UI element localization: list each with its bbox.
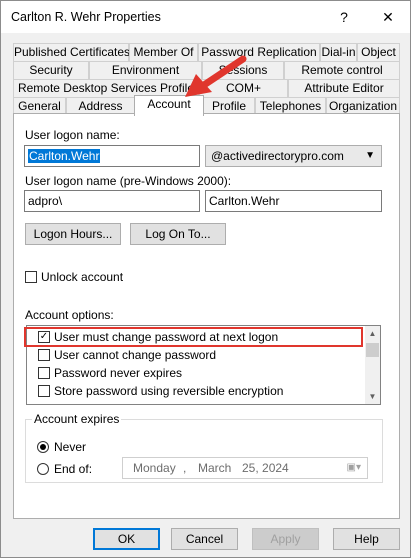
logon-name-label: User logon name: (25, 128, 120, 142)
scroll-down-icon[interactable]: ▼ (365, 389, 380, 404)
account-expires-label: Account expires (32, 412, 122, 426)
help-icon[interactable]: ? (329, 5, 359, 29)
domain-value: @activedirectorypro.com (211, 149, 344, 163)
date-day-year: 25, 2024 (242, 461, 289, 475)
account-panel: User logon name: Carlton.Wehr @activedir… (13, 113, 400, 519)
tab-security[interactable]: Security (13, 61, 89, 79)
option-checkbox[interactable] (38, 385, 50, 397)
help-button[interactable]: Help (333, 528, 400, 550)
logon-name-value: Carlton.Wehr (28, 149, 101, 163)
tab-published-certificates[interactable]: Published Certificates (13, 43, 130, 61)
title-bar: Carlton R. Wehr Properties ? ✕ (1, 1, 410, 33)
options-scrollbar[interactable]: ▲ ▼ (365, 326, 380, 404)
tab-attribute-editor[interactable]: Attribute Editor (288, 79, 400, 97)
endof-label: End of: (54, 462, 93, 476)
annotation-highlight-box (24, 327, 363, 347)
apply-button[interactable]: Apply (252, 528, 319, 550)
option-checkbox[interactable] (38, 367, 50, 379)
pre2000-label: User logon name (pre-Windows 2000): (25, 174, 232, 188)
never-label: Never (54, 440, 87, 454)
logon-name-input[interactable]: Carlton.Wehr (24, 145, 200, 167)
endof-radio[interactable] (37, 463, 49, 475)
logon-to-button[interactable]: Log On To... (130, 223, 226, 245)
dialog-title: Carlton R. Wehr Properties (11, 10, 161, 24)
option-checkbox[interactable] (38, 349, 50, 361)
pre2000-domain-input[interactable]: adpro\ (24, 190, 200, 212)
option-label: Store password using reversible encrypti… (54, 384, 284, 398)
date-weekday: Monday (133, 461, 176, 475)
scroll-up-icon[interactable]: ▲ (365, 326, 380, 341)
tab-remote-control[interactable]: Remote control (284, 61, 400, 79)
account-options-label: Account options: (25, 308, 114, 322)
date-separator: , (183, 461, 187, 475)
date-month: March (198, 461, 232, 475)
tab-object[interactable]: Object (357, 43, 400, 61)
domain-select[interactable]: @activedirectorypro.com ▼ (205, 145, 382, 167)
close-icon[interactable]: ✕ (373, 5, 403, 29)
pre2000-user-input[interactable]: Carlton.Wehr (205, 190, 382, 212)
list-item[interactable]: User cannot change password (27, 346, 367, 364)
unlock-label: Unlock account (41, 270, 124, 284)
logon-hours-button[interactable]: Logon Hours... (25, 223, 121, 245)
cancel-button[interactable]: Cancel (171, 528, 238, 550)
expiry-date-picker[interactable]: Monday , March 25, 2024 ▣▾ (122, 457, 368, 479)
chevron-down-icon: ▼ (365, 150, 375, 161)
list-item[interactable]: Password never expires (27, 364, 367, 382)
option-label: User cannot change password (54, 348, 217, 362)
unlock-checkbox[interactable] (25, 271, 37, 283)
list-item[interactable]: Store password using reversible encrypti… (27, 382, 367, 400)
option-label: Password never expires (54, 366, 183, 380)
account-expires-group: Account expires Never End of: Monday , M… (25, 412, 383, 483)
properties-dialog: Carlton R. Wehr Properties ? ✕ Published… (0, 0, 411, 558)
annotation-arrow-icon (185, 55, 247, 97)
tab-dial-in[interactable]: Dial-in (320, 43, 357, 61)
ok-button[interactable]: OK (93, 528, 160, 550)
calendar-dropdown-icon[interactable]: ▣▾ (347, 458, 361, 478)
scroll-thumb[interactable] (366, 343, 379, 357)
never-radio[interactable] (37, 441, 49, 453)
